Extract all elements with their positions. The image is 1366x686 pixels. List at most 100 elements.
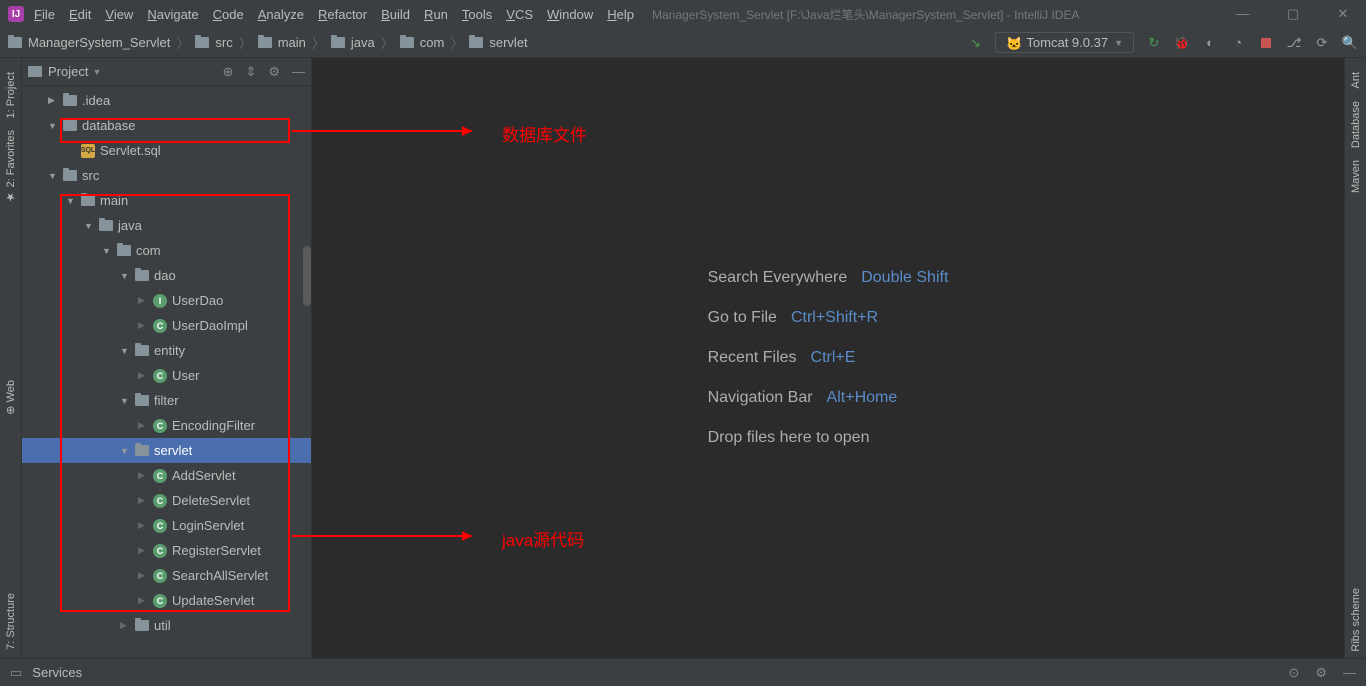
show-tool-windows-icon[interactable]: ▭ <box>10 665 22 681</box>
tool-window-button--favorites[interactable]: ★ 2: Favorites <box>4 130 17 204</box>
menu-help[interactable]: Help <box>607 7 634 22</box>
breadcrumb-item[interactable]: src <box>215 35 232 50</box>
menu-tools[interactable]: Tools <box>462 7 492 22</box>
events-icon[interactable]: ⊙ <box>1288 665 1299 681</box>
tree-arrow[interactable] <box>138 470 148 481</box>
tree-arrow[interactable] <box>120 620 130 631</box>
tree-item-encodingfilter[interactable]: CEncodingFilter <box>22 413 311 438</box>
menu-run[interactable]: Run <box>424 7 448 22</box>
tree-item-updateservlet[interactable]: CUpdateServlet <box>22 588 311 613</box>
tree-item-java[interactable]: java <box>22 213 311 238</box>
tree-arrow[interactable] <box>120 346 130 356</box>
tree-item-database[interactable]: database <box>22 113 311 138</box>
tool-window-button--structure[interactable]: 7: Structure <box>5 593 17 650</box>
tool-window-button-database[interactable]: Database <box>1350 101 1362 148</box>
tree-item-main[interactable]: main <box>22 188 311 213</box>
select-opened-icon[interactable]: ⊕ <box>223 64 234 80</box>
breadcrumb-separator: 〉 <box>239 33 252 52</box>
tree-item-user[interactable]: CUser <box>22 363 311 388</box>
chevron-down-icon: ▼ <box>1114 38 1123 48</box>
tree-arrow[interactable] <box>138 420 148 431</box>
tree-item--idea[interactable]: .idea <box>22 88 311 113</box>
hammer-icon[interactable]: ↘ <box>967 35 983 51</box>
menu-window[interactable]: Window <box>547 7 593 22</box>
git-icon[interactable]: ⎇ <box>1286 35 1302 51</box>
tree-item-servlet[interactable]: servlet <box>22 438 311 463</box>
chevron-down-icon[interactable]: ▼ <box>92 67 101 77</box>
debug-icon[interactable]: 🐞 <box>1174 35 1190 51</box>
tree-item-filter[interactable]: filter <box>22 388 311 413</box>
tool-window-button-maven[interactable]: Maven <box>1350 160 1362 193</box>
expand-icon[interactable]: ⇕ <box>245 64 256 80</box>
menu-edit[interactable]: Edit <box>69 7 91 22</box>
tree-item-loginservlet[interactable]: CLoginServlet <box>22 513 311 538</box>
breadcrumb-separator: 〉 <box>381 33 394 52</box>
tree-arrow[interactable] <box>48 171 58 181</box>
close-button[interactable]: ✕ <box>1328 6 1358 22</box>
menu-build[interactable]: Build <box>381 7 410 22</box>
project-tree[interactable]: .ideadatabaseSQLServlet.sql src mainjavaco… <box>22 86 311 658</box>
breadcrumb-item[interactable]: servlet <box>489 35 527 50</box>
coverage-icon[interactable]: ◐ <box>1202 35 1218 51</box>
tree-arrow[interactable] <box>120 396 130 406</box>
settings-icon[interactable]: ⚙ <box>1315 665 1327 681</box>
menu-file[interactable]: File <box>34 7 55 22</box>
tree-arrow[interactable] <box>138 370 148 381</box>
tree-arrow[interactable] <box>138 545 148 556</box>
tree-item-dao[interactable]: dao <box>22 263 311 288</box>
breadcrumb-item[interactable]: com <box>420 35 445 50</box>
tree-arrow[interactable] <box>138 295 148 306</box>
tree-item-com[interactable]: com <box>22 238 311 263</box>
tree-arrow[interactable] <box>120 446 130 456</box>
tree-arrow[interactable] <box>66 196 76 206</box>
breadcrumb-item[interactable]: main <box>278 35 306 50</box>
welcome-hint: Drop files here to open <box>708 429 949 447</box>
tree-item-servlet-sql[interactable]: SQLServlet.sql <box>22 138 311 163</box>
tool-window-button-ant[interactable]: Ant <box>1350 72 1362 89</box>
tool-window-button-ribs-scheme[interactable]: Ribs scheme <box>1350 588 1362 652</box>
tree-item-userdaoimpl[interactable]: CUserDaoImpl <box>22 313 311 338</box>
tree-item-label: src <box>82 168 99 183</box>
lock-icon[interactable]: — <box>1343 665 1356 681</box>
gear-icon[interactable]: ⚙ <box>268 64 280 80</box>
tree-item-util[interactable]: util <box>22 613 311 638</box>
tree-arrow[interactable] <box>138 320 148 331</box>
tree-item-userdao[interactable]: IUserDao <box>22 288 311 313</box>
run-icon[interactable]: ↻ <box>1146 35 1162 51</box>
tree-arrow[interactable] <box>84 221 94 231</box>
menu-code[interactable]: Code <box>213 7 244 22</box>
tree-item-entity[interactable]: entity <box>22 338 311 363</box>
tool-window-button-web[interactable]: ⊕ Web <box>4 380 17 415</box>
menu-analyze[interactable]: Analyze <box>258 7 304 22</box>
tree-item-registerservlet[interactable]: CRegisterServlet <box>22 538 311 563</box>
tree-arrow[interactable] <box>120 271 130 281</box>
breadcrumb-item[interactable]: ManagerSystem_Servlet <box>28 35 170 50</box>
breadcrumb-item[interactable]: java <box>351 35 375 50</box>
search-icon[interactable]: 🔍 <box>1342 35 1358 51</box>
profile-icon[interactable]: ◔ <box>1230 35 1246 51</box>
tree-arrow[interactable] <box>138 495 148 506</box>
hide-icon[interactable]: — <box>292 64 305 80</box>
tree-arrow[interactable] <box>48 95 58 106</box>
tree-arrow[interactable] <box>48 121 58 131</box>
tool-window-button--project[interactable]: 1: Project <box>5 72 17 118</box>
tree-arrow[interactable] <box>138 595 148 606</box>
tree-arrow[interactable] <box>138 520 148 531</box>
menu-refactor[interactable]: Refactor <box>318 7 367 22</box>
services-tool-button[interactable]: Services <box>32 665 82 680</box>
tree-item-deleteservlet[interactable]: CDeleteServlet <box>22 488 311 513</box>
minimize-button[interactable]: — <box>1228 6 1258 22</box>
tree-item-searchallservlet[interactable]: CSearchAllServlet <box>22 563 311 588</box>
run-configuration-dropdown[interactable]: 🐱 Tomcat 9.0.37 ▼ <box>995 32 1134 53</box>
menu-navigate[interactable]: Navigate <box>147 7 198 22</box>
tree-item-src[interactable]: src <box>22 163 311 188</box>
maximize-button[interactable]: ▢ <box>1278 6 1308 22</box>
tree-arrow[interactable] <box>138 570 148 581</box>
scrollbar[interactable] <box>303 246 311 306</box>
tree-item-addservlet[interactable]: CAddServlet <box>22 463 311 488</box>
stop-icon[interactable] <box>1258 35 1274 51</box>
update-icon[interactable]: ⟳ <box>1314 35 1330 51</box>
tree-arrow[interactable] <box>102 246 112 256</box>
menu-view[interactable]: View <box>105 7 133 22</box>
menu-vcs[interactable]: VCS <box>506 7 533 22</box>
